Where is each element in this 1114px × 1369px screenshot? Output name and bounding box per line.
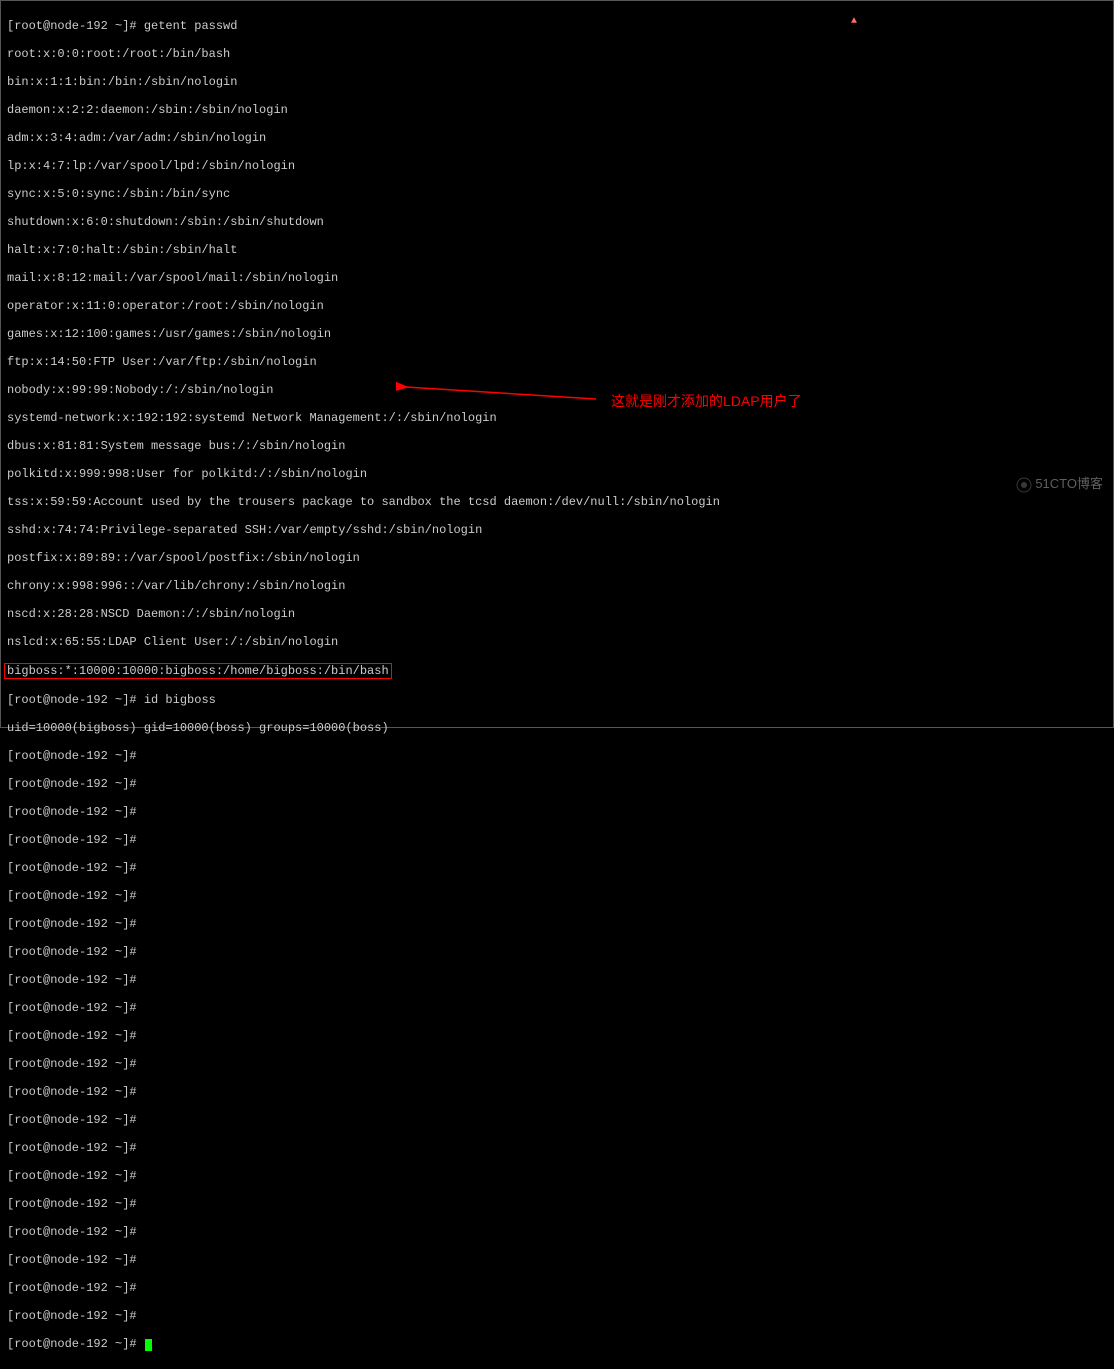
empty-prompt: [root@node-192 ~]# xyxy=(7,1057,1107,1071)
empty-prompt: [root@node-192 ~]# xyxy=(7,805,1107,819)
empty-prompt: [root@node-192 ~]# xyxy=(7,1253,1107,1267)
command-line-2: [root@node-192 ~]# id bigboss xyxy=(7,693,1107,707)
empty-prompt: [root@node-192 ~]# xyxy=(7,1309,1107,1323)
passwd-line: mail:x:8:12:mail:/var/spool/mail:/sbin/n… xyxy=(7,271,1107,285)
passwd-line: shutdown:x:6:0:shutdown:/sbin:/sbin/shut… xyxy=(7,215,1107,229)
current-prompt-line[interactable]: [root@node-192 ~]# xyxy=(7,1337,1107,1351)
passwd-line: sshd:x:74:74:Privilege-separated SSH:/va… xyxy=(7,523,1107,537)
passwd-line: nslcd:x:65:55:LDAP Client User:/:/sbin/n… xyxy=(7,635,1107,649)
empty-prompt: [root@node-192 ~]# xyxy=(7,1085,1107,1099)
empty-prompt: [root@node-192 ~]# xyxy=(7,917,1107,931)
empty-prompt: [root@node-192 ~]# xyxy=(7,889,1107,903)
highlighted-ldap-user-line: bigboss:*:10000:10000:bigboss:/home/bigb… xyxy=(7,663,1107,679)
terminal-output[interactable]: [root@node-192 ~]# getent passwd root:x:… xyxy=(1,1,1113,1369)
command-line-1: [root@node-192 ~]# getent passwd xyxy=(7,19,1107,33)
empty-prompt: [root@node-192 ~]# xyxy=(7,1141,1107,1155)
passwd-line: polkitd:x:999:998:User for polkitd:/:/sb… xyxy=(7,467,1107,481)
passwd-line: sync:x:5:0:sync:/sbin:/bin/sync xyxy=(7,187,1107,201)
empty-prompt: [root@node-192 ~]# xyxy=(7,945,1107,959)
empty-prompt: [root@node-192 ~]# xyxy=(7,1225,1107,1239)
passwd-line: tss:x:59:59:Account used by the trousers… xyxy=(7,495,1107,509)
empty-prompt: [root@node-192 ~]# xyxy=(7,973,1107,987)
empty-prompt: [root@node-192 ~]# xyxy=(7,1169,1107,1183)
passwd-line: postfix:x:89:89::/var/spool/postfix:/sbi… xyxy=(7,551,1107,565)
empty-prompt: [root@node-192 ~]# xyxy=(7,1197,1107,1211)
passwd-line: daemon:x:2:2:daemon:/sbin:/sbin/nologin xyxy=(7,103,1107,117)
watermark: 51CTO博客 xyxy=(1016,473,1103,493)
empty-prompt: [root@node-192 ~]# xyxy=(7,749,1107,763)
passwd-line: games:x:12:100:games:/usr/games:/sbin/no… xyxy=(7,327,1107,341)
passwd-line: halt:x:7:0:halt:/sbin:/sbin/halt xyxy=(7,243,1107,257)
empty-prompt: [root@node-192 ~]# xyxy=(7,777,1107,791)
empty-prompt: [root@node-192 ~]# xyxy=(7,833,1107,847)
passwd-line: chrony:x:998:996::/var/lib/chrony:/sbin/… xyxy=(7,579,1107,593)
passwd-line: operator:x:11:0:operator:/root:/sbin/nol… xyxy=(7,299,1107,313)
empty-prompt: [root@node-192 ~]# xyxy=(7,1029,1107,1043)
passwd-line: adm:x:3:4:adm:/var/adm:/sbin/nologin xyxy=(7,131,1107,145)
passwd-line: dbus:x:81:81:System message bus:/:/sbin/… xyxy=(7,439,1107,453)
passwd-line: nobody:x:99:99:Nobody:/:/sbin/nologin xyxy=(7,383,1107,397)
passwd-line: lp:x:4:7:lp:/var/spool/lpd:/sbin/nologin xyxy=(7,159,1107,173)
empty-prompt: [root@node-192 ~]# xyxy=(7,1281,1107,1295)
terminal-cursor xyxy=(145,1339,152,1351)
empty-prompt: [root@node-192 ~]# xyxy=(7,1001,1107,1015)
id-output-line: uid=10000(bigboss) gid=10000(boss) group… xyxy=(7,721,1107,735)
passwd-line: root:x:0:0:root:/root:/bin/bash xyxy=(7,47,1107,61)
passwd-line: bin:x:1:1:bin:/bin:/sbin/nologin xyxy=(7,75,1107,89)
ldap-user-highlight: bigboss:*:10000:10000:bigboss:/home/bigb… xyxy=(4,663,392,679)
passwd-line: systemd-network:x:192:192:systemd Networ… xyxy=(7,411,1107,425)
empty-prompt: [root@node-192 ~]# xyxy=(7,861,1107,875)
mouse-cursor-icon: ▲ xyxy=(851,16,857,27)
empty-prompt: [root@node-192 ~]# xyxy=(7,1113,1107,1127)
passwd-line: ftp:x:14:50:FTP User:/var/ftp:/sbin/nolo… xyxy=(7,355,1107,369)
passwd-line: nscd:x:28:28:NSCD Daemon:/:/sbin/nologin xyxy=(7,607,1107,621)
annotation-text: 这就是刚才添加的LDAP用户了 xyxy=(611,391,802,411)
